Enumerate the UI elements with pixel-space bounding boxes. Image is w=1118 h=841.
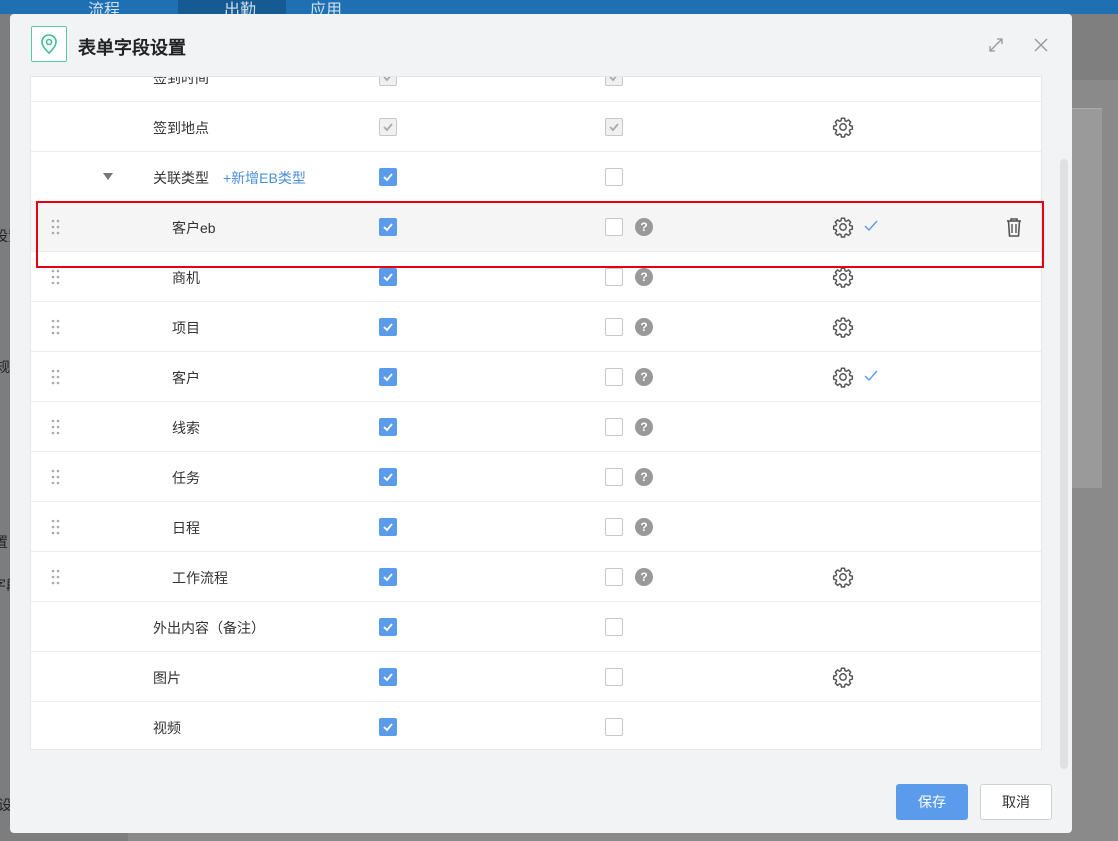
checkbox-checked bbox=[605, 77, 623, 86]
gear-icon[interactable] bbox=[832, 316, 854, 338]
drag-handle-icon[interactable] bbox=[51, 569, 61, 585]
table-row: 日程? bbox=[31, 502, 1041, 552]
form-field-settings-dialog: 表单字段设置 签到时间 签到地点 关联类型 +新增EB类型 客户eb? 商机? 项目? 客户?… bbox=[10, 14, 1072, 833]
help-icon[interactable]: ? bbox=[635, 568, 653, 586]
table-row: 客户eb? bbox=[31, 202, 1041, 252]
save-button[interactable]: 保存 bbox=[896, 784, 968, 820]
table-row: 外出内容（备注） bbox=[31, 602, 1041, 652]
drag-handle-icon[interactable] bbox=[51, 419, 61, 435]
field-label: 任务 bbox=[172, 470, 200, 486]
checkbox-checked[interactable] bbox=[379, 418, 397, 436]
checkbox-checked[interactable] bbox=[379, 668, 397, 686]
drag-handle-icon[interactable] bbox=[51, 469, 61, 485]
checkbox-unchecked[interactable] bbox=[605, 268, 623, 286]
help-icon[interactable]: ? bbox=[635, 268, 653, 286]
checkbox-unchecked[interactable] bbox=[605, 518, 623, 536]
checkbox-unchecked[interactable] bbox=[605, 568, 623, 586]
gear-icon[interactable] bbox=[832, 216, 854, 238]
background-card bbox=[1072, 108, 1102, 488]
table-row: 任务? bbox=[31, 452, 1041, 502]
table-row: 商机? bbox=[31, 252, 1041, 302]
field-label: 关联类型 bbox=[153, 170, 209, 186]
gear-icon[interactable] bbox=[832, 366, 854, 388]
checkbox-unchecked[interactable] bbox=[605, 718, 623, 736]
trash-icon[interactable] bbox=[1004, 216, 1024, 238]
checkbox-checked[interactable] bbox=[379, 168, 397, 186]
configured-check-icon bbox=[863, 218, 879, 234]
gear-icon[interactable] bbox=[832, 116, 854, 138]
field-settings-table: 签到时间 签到地点 关联类型 +新增EB类型 客户eb? 商机? 项目? 客户? 线索? 任务? 日… bbox=[30, 76, 1042, 750]
drag-handle-icon[interactable] bbox=[51, 319, 61, 335]
table-row: 签到时间 bbox=[31, 76, 1041, 102]
field-label: 日程 bbox=[172, 520, 200, 536]
location-pin-icon bbox=[31, 26, 67, 62]
add-eb-type-link[interactable]: +新增EB类型 bbox=[223, 168, 306, 188]
table-row: 关联类型 +新增EB类型 bbox=[31, 152, 1041, 202]
checkbox-unchecked[interactable] bbox=[605, 668, 623, 686]
cancel-button[interactable]: 取消 bbox=[980, 784, 1052, 820]
vertical-scrollbar[interactable] bbox=[1060, 159, 1068, 769]
field-label: 图片 bbox=[153, 670, 181, 686]
field-label: 项目 bbox=[172, 320, 200, 336]
field-label: 客户 bbox=[172, 370, 200, 386]
help-icon[interactable]: ? bbox=[635, 318, 653, 336]
gear-icon[interactable] bbox=[832, 266, 854, 288]
drag-handle-icon[interactable] bbox=[51, 269, 61, 285]
checkbox-unchecked[interactable] bbox=[605, 368, 623, 386]
background-edge-text: 规 bbox=[0, 359, 10, 375]
checkbox-unchecked[interactable] bbox=[605, 418, 623, 436]
drag-handle-icon[interactable] bbox=[51, 219, 61, 235]
help-icon[interactable]: ? bbox=[635, 218, 653, 236]
field-label: 工作流程 bbox=[172, 570, 228, 586]
checkbox-unchecked[interactable] bbox=[605, 218, 623, 236]
table-row: 项目? bbox=[31, 302, 1041, 352]
help-icon[interactable]: ? bbox=[635, 518, 653, 536]
configured-check-icon bbox=[863, 368, 879, 384]
checkbox-checked[interactable] bbox=[379, 518, 397, 536]
checkbox-checked[interactable] bbox=[379, 468, 397, 486]
close-icon[interactable] bbox=[1030, 34, 1052, 56]
field-label: 客户eb bbox=[172, 220, 216, 236]
field-label: 视频 bbox=[153, 720, 181, 736]
help-icon[interactable]: ? bbox=[635, 418, 653, 436]
field-label: 线索 bbox=[172, 420, 200, 436]
checkbox-checked[interactable] bbox=[379, 568, 397, 586]
dialog-header: 表单字段设置 bbox=[10, 14, 1072, 76]
gear-icon[interactable] bbox=[832, 566, 854, 588]
checkbox-checked bbox=[379, 77, 397, 86]
checkbox-checked bbox=[605, 118, 623, 136]
background-edge-text: 置 bbox=[0, 534, 8, 550]
dialog-title: 表单字段设置 bbox=[78, 38, 186, 58]
table-row: 客户? bbox=[31, 352, 1041, 402]
table-row: 工作流程? bbox=[31, 552, 1041, 602]
checkbox-unchecked[interactable] bbox=[605, 468, 623, 486]
background-top-nav: 流程 出勤 应用 bbox=[0, 0, 1118, 19]
caret-down-icon[interactable] bbox=[103, 173, 113, 180]
table-row: 签到地点 bbox=[31, 102, 1041, 152]
checkbox-unchecked[interactable] bbox=[605, 618, 623, 636]
checkbox-checked bbox=[379, 118, 397, 136]
checkbox-checked[interactable] bbox=[379, 218, 397, 236]
table-row: 视频 bbox=[31, 702, 1041, 749]
table-row: 图片 bbox=[31, 652, 1041, 702]
checkbox-checked[interactable] bbox=[379, 618, 397, 636]
checkbox-checked[interactable] bbox=[379, 268, 397, 286]
field-label: 签到时间 bbox=[153, 76, 209, 86]
field-label: 商机 bbox=[172, 270, 200, 286]
drag-handle-icon[interactable] bbox=[51, 369, 61, 385]
table-row: 线索? bbox=[31, 402, 1041, 452]
checkbox-unchecked[interactable] bbox=[605, 318, 623, 336]
checkbox-unchecked[interactable] bbox=[605, 168, 623, 186]
checkbox-checked[interactable] bbox=[379, 318, 397, 336]
drag-handle-icon[interactable] bbox=[51, 519, 61, 535]
help-icon[interactable]: ? bbox=[635, 368, 653, 386]
checkbox-checked[interactable] bbox=[379, 368, 397, 386]
maximize-icon[interactable] bbox=[985, 34, 1007, 56]
field-label: 外出内容（备注） bbox=[153, 620, 265, 636]
gear-icon[interactable] bbox=[832, 666, 854, 688]
field-label: 签到地点 bbox=[153, 120, 209, 136]
checkbox-checked[interactable] bbox=[379, 718, 397, 736]
help-icon[interactable]: ? bbox=[635, 468, 653, 486]
